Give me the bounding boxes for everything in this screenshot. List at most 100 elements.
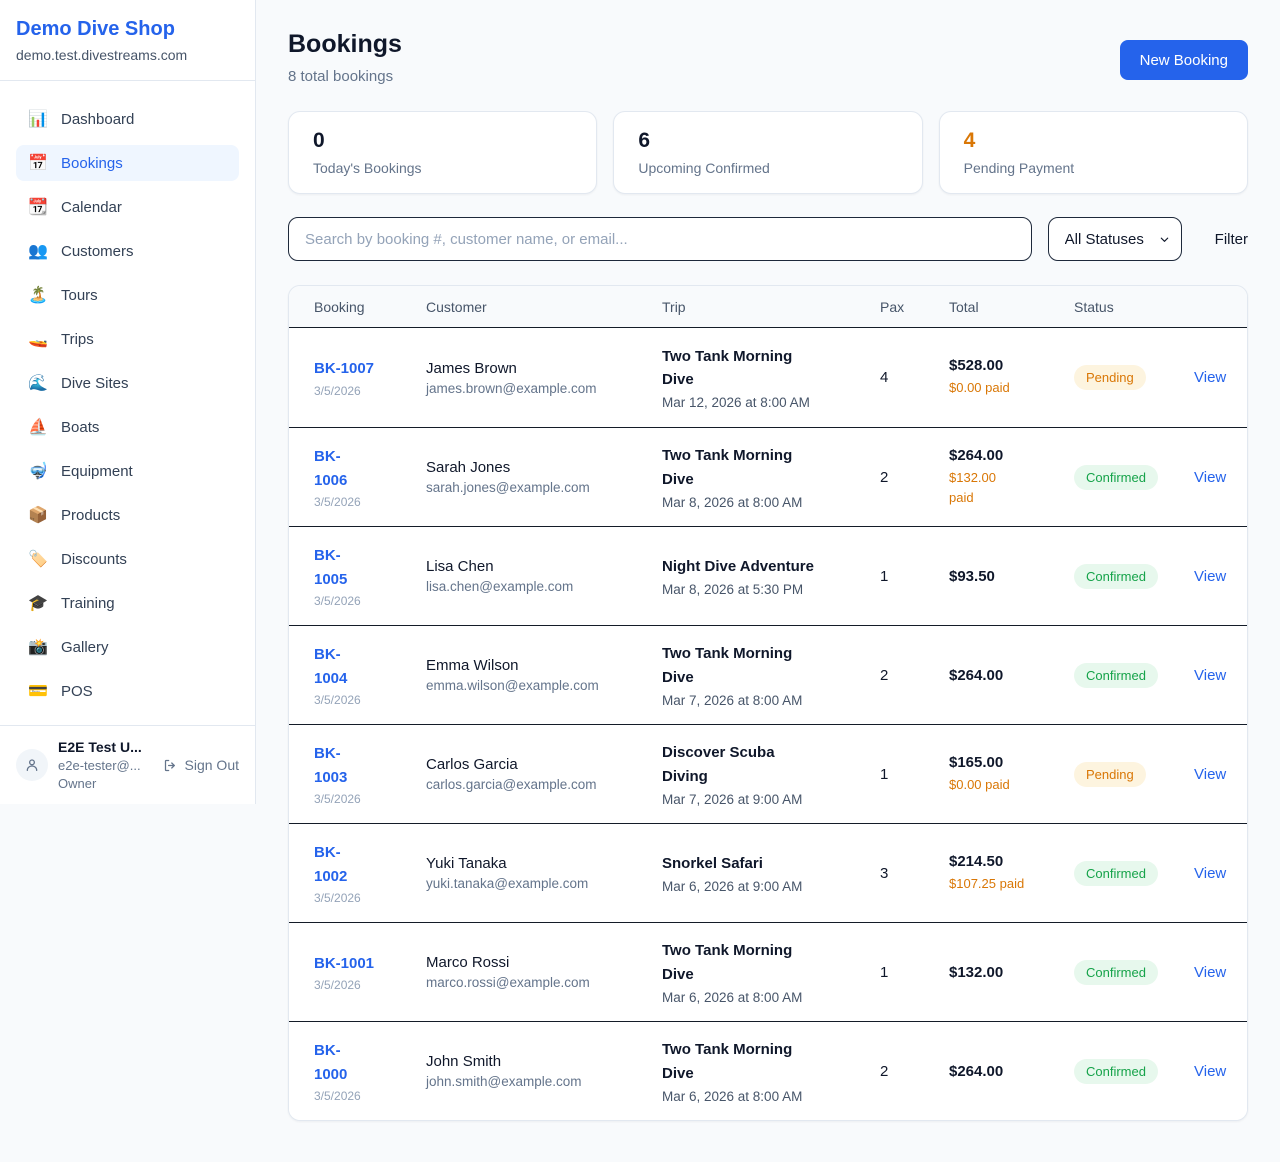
equipment-icon: 🤿 bbox=[28, 461, 48, 481]
view-link[interactable]: View bbox=[1186, 865, 1226, 882]
products-icon: 📦 bbox=[28, 505, 48, 525]
customer-name: Carlos Garcia bbox=[426, 756, 650, 773]
tours-icon: 🏝️ bbox=[28, 285, 48, 305]
total-amount: $214.50 bbox=[949, 853, 1062, 870]
dashboard-icon: 📊 bbox=[28, 109, 48, 129]
sidebar-nav-label: Dive Sites bbox=[61, 375, 129, 392]
status-badge: Confirmed bbox=[1074, 465, 1158, 490]
view-link[interactable]: View bbox=[1186, 964, 1226, 981]
customer-name: Sarah Jones bbox=[426, 459, 650, 476]
booking-id-link[interactable]: BK-1001 bbox=[314, 952, 414, 975]
sidebar-nav-item[interactable]: 📦 Products bbox=[16, 497, 239, 533]
stat-label: Today's Bookings bbox=[313, 160, 572, 176]
status-badge: Confirmed bbox=[1074, 1059, 1158, 1084]
booking-date: 3/5/2026 bbox=[314, 891, 414, 905]
status-filter-select[interactable]: All Statuses bbox=[1048, 217, 1182, 261]
sidebar-nav-item[interactable]: 🏝️ Tours bbox=[16, 277, 239, 313]
paid-amount: $132.00 paid bbox=[949, 468, 1062, 507]
total-amount: $264.00 bbox=[949, 667, 1062, 684]
search-input[interactable] bbox=[288, 217, 1032, 261]
booking-id-link[interactable]: BK- 1002 bbox=[314, 841, 414, 888]
booking-date: 3/5/2026 bbox=[314, 594, 414, 608]
sidebar-nav-label: Gallery bbox=[61, 639, 109, 656]
pax-count: 1 bbox=[880, 766, 949, 783]
booking-date: 3/5/2026 bbox=[314, 792, 414, 806]
customer-email: marco.rossi@example.com bbox=[426, 975, 650, 990]
pax-count: 2 bbox=[880, 1063, 949, 1080]
sidebar-nav-item[interactable]: 🚤 Trips bbox=[16, 321, 239, 357]
booking-id-link[interactable]: BK-1007 bbox=[314, 357, 414, 380]
customer-email: yuki.tanaka@example.com bbox=[426, 876, 650, 891]
status-badge: Pending bbox=[1074, 365, 1146, 390]
dive-sites-icon: 🌊 bbox=[28, 373, 48, 393]
trips-icon: 🚤 bbox=[28, 329, 48, 349]
status-badge: Confirmed bbox=[1074, 861, 1158, 886]
table-body: BK-1007 3/5/2026 James Brown james.brown… bbox=[289, 328, 1247, 1120]
sidebar-nav-item[interactable]: 🏷️ Discounts bbox=[16, 541, 239, 577]
sidebar-nav-item[interactable]: 💳 POS bbox=[16, 673, 239, 709]
paid-amount: $0.00 paid bbox=[949, 378, 1062, 398]
boats-icon: ⛵ bbox=[28, 417, 48, 437]
view-link[interactable]: View bbox=[1186, 568, 1226, 585]
sidebar-nav-label: Tours bbox=[61, 287, 98, 304]
booking-id-link[interactable]: BK- 1006 bbox=[314, 445, 414, 492]
sidebar-nav-label: Equipment bbox=[61, 463, 133, 480]
user-footer: E2E Test U... e2e-tester@... Owner Sign … bbox=[0, 725, 255, 804]
sidebar-nav-item[interactable]: 📸 Gallery bbox=[16, 629, 239, 665]
status-badge: Confirmed bbox=[1074, 663, 1158, 688]
trip-name: Two Tank Morning Dive bbox=[662, 939, 868, 986]
view-link[interactable]: View bbox=[1186, 667, 1226, 684]
pax-count: 3 bbox=[880, 865, 949, 882]
filter-button[interactable]: Filter bbox=[1215, 231, 1248, 248]
sidebar-nav-label: Trips bbox=[61, 331, 94, 348]
sidebar-nav-item[interactable]: 🎓 Training bbox=[16, 585, 239, 621]
sidebar-nav-item[interactable]: 📊 Dashboard bbox=[16, 101, 239, 137]
booking-id-link[interactable]: BK- 1004 bbox=[314, 643, 414, 690]
sidebar-nav-item[interactable]: 👥 Customers bbox=[16, 233, 239, 269]
trip-datetime: Mar 7, 2026 at 9:00 AM bbox=[662, 792, 868, 807]
stat-label: Upcoming Confirmed bbox=[638, 160, 897, 176]
sidebar-nav-item[interactable]: 🤿 Equipment bbox=[16, 453, 239, 489]
table-row: BK- 1004 3/5/2026 Emma Wilson emma.wilso… bbox=[289, 625, 1247, 724]
discounts-icon: 🏷️ bbox=[28, 549, 48, 569]
customer-name: Lisa Chen bbox=[426, 558, 650, 575]
sign-out-button[interactable]: Sign Out bbox=[163, 757, 239, 773]
sidebar-nav-item[interactable]: 🌊 Dive Sites bbox=[16, 365, 239, 401]
booking-id-link[interactable]: BK- 1000 bbox=[314, 1039, 414, 1086]
gallery-icon: 📸 bbox=[28, 637, 48, 657]
booking-id-link[interactable]: BK- 1005 bbox=[314, 544, 414, 591]
pax-count: 2 bbox=[880, 667, 949, 684]
booking-id-link[interactable]: BK- 1003 bbox=[314, 742, 414, 789]
status-badge: Confirmed bbox=[1074, 960, 1158, 985]
view-link[interactable]: View bbox=[1186, 369, 1226, 386]
total-amount: $264.00 bbox=[949, 447, 1062, 464]
paid-amount: $0.00 paid bbox=[949, 775, 1062, 795]
view-link[interactable]: View bbox=[1186, 766, 1226, 783]
view-link[interactable]: View bbox=[1186, 1063, 1226, 1080]
sidebar-nav-item[interactable]: 📅 Bookings bbox=[16, 145, 239, 181]
trip-datetime: Mar 7, 2026 at 8:00 AM bbox=[662, 693, 868, 708]
avatar bbox=[16, 749, 48, 781]
paid-amount: $107.25 paid bbox=[949, 874, 1062, 894]
stat-value: 4 bbox=[964, 129, 1223, 153]
page-subtitle: 8 total bookings bbox=[288, 68, 402, 85]
sidebar-nav-item[interactable]: ⛵ Boats bbox=[16, 409, 239, 445]
user-name: E2E Test U... bbox=[58, 739, 153, 755]
sidebar-nav-label: Bookings bbox=[61, 155, 123, 172]
stat-value: 6 bbox=[638, 129, 897, 153]
trip-datetime: Mar 6, 2026 at 9:00 AM bbox=[662, 879, 868, 894]
sidebar-nav-item[interactable]: 📆 Calendar bbox=[16, 189, 239, 225]
new-booking-button[interactable]: New Booking bbox=[1120, 40, 1248, 80]
stat-cards: 0 Today's Bookings 6 Upcoming Confirmed … bbox=[288, 111, 1248, 194]
sign-out-icon bbox=[163, 758, 178, 773]
view-link[interactable]: View bbox=[1186, 469, 1226, 486]
stat-card: 0 Today's Bookings bbox=[288, 111, 597, 194]
customer-name: Emma Wilson bbox=[426, 657, 650, 674]
booking-date: 3/5/2026 bbox=[314, 978, 414, 992]
customer-email: john.smith@example.com bbox=[426, 1074, 650, 1089]
total-amount: $93.50 bbox=[949, 568, 1062, 585]
trip-name: Two Tank Morning Dive bbox=[662, 345, 868, 392]
user-role: Owner bbox=[58, 776, 153, 791]
pax-count: 1 bbox=[880, 568, 949, 585]
table-controls: All Statuses Filter bbox=[288, 217, 1248, 261]
